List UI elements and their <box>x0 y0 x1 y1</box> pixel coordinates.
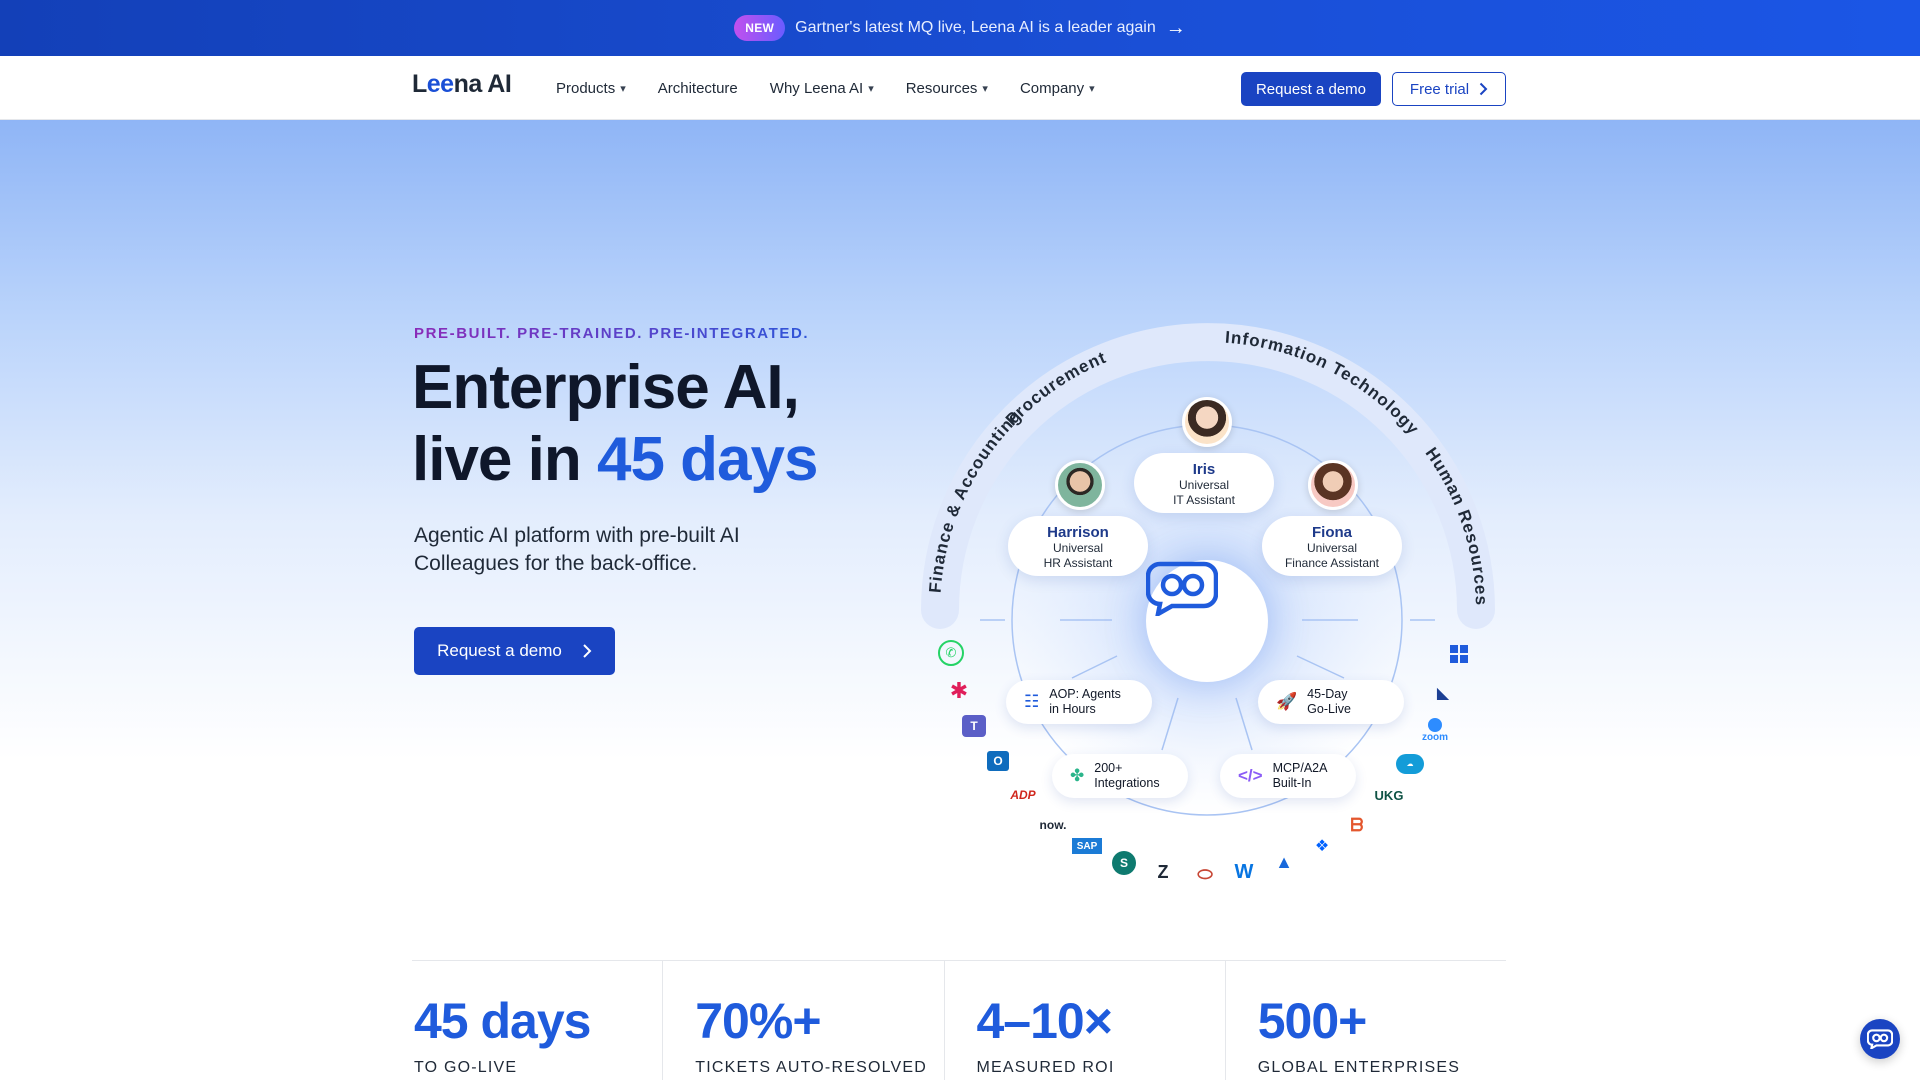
harrison-avatar <box>1055 460 1105 510</box>
leena-ai-logo[interactable]: Leena AI <box>412 70 512 99</box>
rocket-icon: 🚀 <box>1276 692 1298 711</box>
fiona-avatar <box>1308 460 1358 510</box>
chevron-right-icon <box>583 644 592 658</box>
servicenow-icon: now. <box>1039 818 1067 832</box>
chevron-down-icon: ▾ <box>982 82 988 95</box>
feature-mcp-a2a[interactable]: </> MCP/A2A Built-In <box>1220 754 1356 798</box>
hero-section: PRE-BUILT. PRE-TRAINED. PRE-INTEGRATED. … <box>0 120 1920 884</box>
agent-card-fiona[interactable]: Fiona Universal Finance Assistant <box>1262 516 1402 576</box>
announcement-bar[interactable]: NEW Gartner's latest MQ live, Leena AI i… <box>0 0 1920 56</box>
leena-chat-icon <box>1146 561 1218 616</box>
atlassian-icon: ▲ <box>1275 851 1293 872</box>
chevron-right-icon <box>1479 82 1488 96</box>
chevron-down-icon: ▾ <box>1089 82 1095 95</box>
menu-why-leena-ai[interactable]: Why Leena AI ▾ <box>770 80 874 97</box>
free-trial-button[interactable]: Free trial <box>1392 72 1506 106</box>
arrow-right-icon[interactable]: → <box>1166 18 1186 38</box>
slack-icon: ✱ <box>949 678 969 703</box>
sap-icon: SAP <box>1072 838 1102 854</box>
ai-colleagues-diagram: Finance & Accounting Procurement Informa… <box>900 320 1520 900</box>
hero-request-demo-button[interactable]: Request a demo <box>414 627 615 675</box>
adp-icon: ADP <box>1010 788 1036 802</box>
hero-eyebrow: PRE-BUILT. PRE-TRAINED. PRE-INTEGRATED. <box>414 325 810 342</box>
menu-products[interactable]: Products ▾ <box>556 80 626 97</box>
salesforce-icon: ☁ <box>1396 754 1424 774</box>
top-navbar: Leena AI Products ▾ Architecture Why Leen… <box>0 56 1920 120</box>
oracle-icon: ⬭ <box>1197 863 1213 884</box>
outlook-icon: O <box>987 751 1009 771</box>
feature-45-day-go-live[interactable]: 🚀 45-Day Go-Live <box>1258 680 1404 724</box>
stat-roi: 4–10× MEASURED ROI <box>943 961 1225 1080</box>
dynamics-icon: ◣ <box>1436 685 1450 702</box>
request-demo-button[interactable]: Request a demo <box>1241 72 1381 106</box>
leena-center-logo <box>1146 560 1268 682</box>
hero-headline: Enterprise AI, live in 45 days <box>412 353 818 494</box>
agent-card-harrison[interactable]: Harrison Universal HR Assistant <box>1008 516 1148 576</box>
chevron-down-icon: ▾ <box>620 82 626 95</box>
zoom-icon: zoom <box>1420 716 1450 744</box>
chat-icon <box>1867 1029 1893 1049</box>
agent-card-iris[interactable]: Iris Universal IT Assistant <box>1134 453 1274 513</box>
checklist-icon: ☷ <box>1024 692 1040 711</box>
workday-icon: W <box>1234 860 1254 883</box>
new-badge: NEW <box>734 15 786 41</box>
ukg-icon: UKG <box>1374 787 1404 803</box>
menu-architecture[interactable]: Architecture <box>658 80 738 97</box>
stat-go-live: 45 days TO GO-LIVE <box>414 993 591 1076</box>
sharepoint-icon: S <box>1112 851 1136 875</box>
code-icon: </> <box>1238 766 1263 785</box>
iris-avatar <box>1182 397 1232 447</box>
zendesk-icon: Z <box>1157 861 1169 882</box>
chevron-down-icon: ▾ <box>868 82 874 95</box>
stats-row: 45 days TO GO-LIVE 70%+ TICKETS AUTO-RES… <box>412 960 1506 1080</box>
whatsapp-icon: ✆ <box>938 640 964 666</box>
bamboohr-icon: ᗷ <box>1350 814 1364 835</box>
stat-tickets: 70%+ TICKETS AUTO-RESOLVED <box>662 961 943 1080</box>
windows-icon <box>1450 645 1470 665</box>
stat-enterprises: 500+ GLOBAL ENTERPRISES <box>1224 961 1506 1080</box>
hero-subtext: Agentic AI platform with pre-built AI Co… <box>414 524 740 575</box>
menu-resources[interactable]: Resources ▾ <box>906 80 988 97</box>
teams-icon: T <box>962 715 986 737</box>
announcement-message[interactable]: Gartner's latest MQ live, Leena AI is a … <box>795 19 1156 37</box>
main-menu: Products ▾ Architecture Why Leena AI ▾ Res… <box>556 56 1095 120</box>
menu-company[interactable]: Company ▾ <box>1020 80 1095 97</box>
feature-aop[interactable]: ☷ AOP: Agents in Hours <box>1006 680 1152 724</box>
puzzle-icon: ✤ <box>1070 766 1085 785</box>
dropbox-icon: ❖ <box>1314 838 1330 855</box>
chat-widget-button[interactable] <box>1860 1019 1900 1059</box>
feature-integrations[interactable]: ✤ 200+ Integrations <box>1052 754 1188 798</box>
